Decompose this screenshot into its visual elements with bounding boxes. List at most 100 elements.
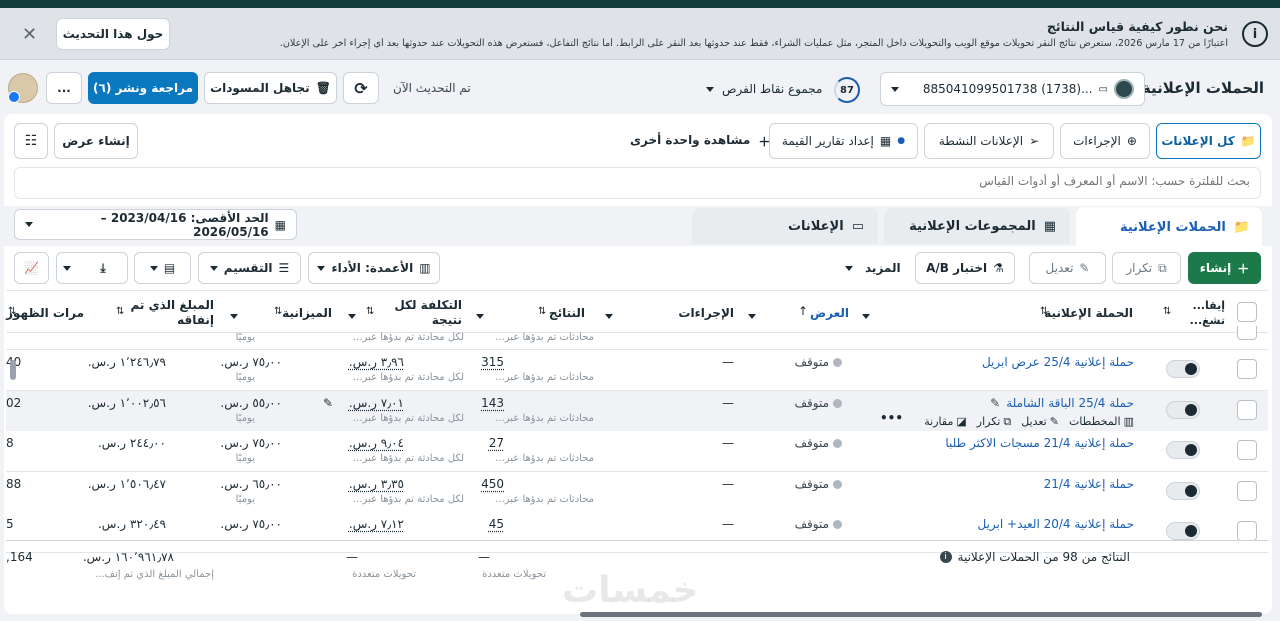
account-selector[interactable]: ▭ 885041099501738 (1738)... xyxy=(880,72,1145,106)
chevron-down-icon[interactable] xyxy=(476,308,484,322)
chart-toggle-button[interactable]: 📈 xyxy=(14,252,49,284)
budget-value[interactable]: ٧٥٫٠٠ ر.س. xyxy=(220,517,282,531)
chevron-down-icon[interactable] xyxy=(230,308,238,322)
more-options-button[interactable]: ... xyxy=(46,72,82,104)
columns-dropdown[interactable]: ▥ الأعمدة: الأداء xyxy=(308,252,440,284)
results-value[interactable]: 143 xyxy=(481,396,504,410)
more-views-link[interactable]: ＋ مشاهدة واحدة أخرى xyxy=(630,133,770,150)
opportunity-score-label-wrap[interactable]: مجموع نقاط الفرص xyxy=(706,82,822,96)
chevron-down-icon[interactable] xyxy=(862,308,870,322)
download-icon[interactable]: ⤓ xyxy=(85,261,121,276)
refresh-button[interactable]: ⟳ xyxy=(343,72,379,104)
sliders-icon: ☷ xyxy=(24,133,38,149)
row-checkbox[interactable] xyxy=(1237,359,1257,379)
duplicate-button[interactable]: ⧉ تكرار xyxy=(1112,252,1181,284)
avatar[interactable] xyxy=(8,73,38,103)
tab-campaigns[interactable]: 📁 الحملات الإعلانية xyxy=(1076,207,1262,247)
cost-sub: لكل محادثة تم بدؤها عبر... xyxy=(353,494,464,505)
budget-value[interactable]: ٧٥٫٠٠ ر.س. xyxy=(220,436,282,450)
select-all-checkbox[interactable] xyxy=(1237,302,1257,322)
row-checkbox[interactable] xyxy=(1237,521,1257,541)
results-value[interactable]: 45 xyxy=(489,517,504,531)
column-campaign[interactable]: الحملة الإعلانية xyxy=(1044,306,1133,320)
chevron-down-icon[interactable] xyxy=(748,308,756,322)
breakdown-dropdown[interactable]: ☰ التقسيم xyxy=(198,252,301,284)
results-value[interactable]: 315 xyxy=(481,355,504,369)
edit-button[interactable]: ✎ تعديل xyxy=(1029,252,1106,284)
status-label: متوقف xyxy=(794,436,829,450)
column-offer[interactable]: العرض xyxy=(810,306,849,320)
row-checkbox[interactable] xyxy=(1237,440,1257,460)
more-dropdown[interactable]: المزيد xyxy=(845,261,901,275)
footer-cost: — xyxy=(346,550,358,564)
create-view-button[interactable]: إنشاء عرض xyxy=(54,123,138,159)
view-active-ads[interactable]: ➢ الإعلانات النشطة xyxy=(924,123,1054,159)
settings-sliders-button[interactable]: ☷ xyxy=(14,123,48,159)
pencil-icon[interactable]: ✎ xyxy=(323,396,333,410)
results-value[interactable]: 450 xyxy=(481,477,504,491)
cost-value[interactable]: ٧٫١٢ ر.س. xyxy=(349,517,404,531)
campaign-name-link[interactable]: حملة إعلانية 20/4 العيد+ ابريل xyxy=(977,517,1134,531)
search-input[interactable] xyxy=(350,174,1250,188)
reports-dropdown[interactable]: ▤ xyxy=(134,252,191,284)
column-actions[interactable]: الإجراءات xyxy=(678,306,734,320)
opportunity-score-badge[interactable]: 87 xyxy=(834,77,860,103)
campaign-name-link[interactable]: حملة إعلانية 21/4 مسجات الاكثر طلبا xyxy=(945,436,1134,450)
chevron-down-icon[interactable] xyxy=(348,308,356,322)
row-action-bar-chart[interactable]: ▥ المخططات xyxy=(1069,415,1134,429)
cost-value[interactable]: ٣٫٩٦ ر.س. xyxy=(349,355,404,369)
row-checkbox[interactable] xyxy=(1237,400,1257,420)
cost-value[interactable]: ٩٫٠٤ ر.س. xyxy=(349,436,404,450)
search-box[interactable] xyxy=(14,167,1261,199)
horizontal-scrollbar[interactable] xyxy=(580,612,1262,617)
column-results[interactable]: النتائج xyxy=(549,306,585,320)
row-action-copy[interactable]: ⧉ تكرار xyxy=(977,415,1011,429)
vertical-scrollbar[interactable] xyxy=(10,360,16,380)
delivery-toggle[interactable] xyxy=(1166,522,1200,540)
date-range-picker[interactable]: ▦ الحد الأقصى: 2023/04/16 – 2026/05/16 xyxy=(14,209,297,240)
tab-adsets[interactable]: ▦ المجموعات الإعلانية xyxy=(884,208,1070,244)
tab-ads[interactable]: ▭ الإعلانات xyxy=(692,208,878,244)
column-budget[interactable]: الميزانية xyxy=(282,306,332,320)
cost-value[interactable]: ٣٫٣٥ ر.س. xyxy=(349,477,404,491)
cost-value[interactable]: ٧٫٠١ ر.س. xyxy=(349,396,404,410)
view-actions[interactable]: ⊕ الإجراءات xyxy=(1060,123,1150,159)
campaign-name-link[interactable]: حملة إعلانية 25/4 عرض ابريل xyxy=(982,355,1134,369)
campaign-name-link[interactable]: حملة 25/4 الباقة الشاملة ✎ xyxy=(990,396,1134,410)
budget-value[interactable]: ٧٥٫٠٠ ر.س. xyxy=(220,355,282,369)
column-amount-spent[interactable]: المبلغ الذي تم إنفاقه xyxy=(124,298,214,328)
more-icon[interactable]: ••• xyxy=(880,411,903,425)
delivery-toggle[interactable] xyxy=(1166,482,1200,500)
delivery-toggle[interactable] xyxy=(1166,441,1200,459)
create-button[interactable]: ＋ إنشاء xyxy=(1188,252,1261,284)
ab-test-button[interactable]: ⚗ اختبار A/B xyxy=(915,252,1015,284)
review-publish-button[interactable]: مراجعة ونشر (٦) xyxy=(88,72,198,104)
column-cost-per-result[interactable]: التكلفة لكل نتيجة xyxy=(362,298,462,328)
column-impressions[interactable]: مرات الظهور xyxy=(6,306,84,320)
chevron-down-icon[interactable] xyxy=(63,265,71,271)
budget-value[interactable]: ٦٥٫٠٠ ر.س. xyxy=(220,477,282,491)
view-all-ads[interactable]: 📁 كل الإعلانات xyxy=(1156,123,1261,159)
sort-icon: ⇅ xyxy=(366,306,375,317)
delivery-toggle[interactable] xyxy=(1166,401,1200,419)
sort-asc-icon: ↑ xyxy=(798,304,809,318)
delivery-toggle[interactable] xyxy=(1166,360,1200,378)
info-icon[interactable]: i xyxy=(939,551,952,563)
chevron-down-icon[interactable] xyxy=(605,308,613,322)
export-group[interactable]: ⤓ xyxy=(56,252,128,284)
view-value-reports[interactable]: ● ▦ إعداد تقارير القيمة xyxy=(769,123,918,159)
close-icon[interactable]: ✕ xyxy=(22,24,37,45)
column-delivery[interactable]: إيقا... تشغ... xyxy=(1165,298,1225,328)
results-value[interactable]: 27 xyxy=(489,436,504,450)
chevron-down-icon xyxy=(149,265,158,271)
row-checkbox[interactable] xyxy=(1237,326,1257,340)
discard-drafts-button[interactable]: 🗑 تجاهل المسودات xyxy=(204,72,337,104)
campaign-name-link[interactable]: حملة إعلانية 21/4 xyxy=(1044,477,1134,491)
row-action-compare[interactable]: ◪ مقارنة xyxy=(924,415,967,429)
budget-value[interactable]: ٥٥٫٠٠ ر.س. xyxy=(220,396,282,410)
about-update-button[interactable]: حول هذا التحديث xyxy=(56,18,170,50)
pencil-icon[interactable]: ✎ xyxy=(990,396,1000,410)
row-checkbox[interactable] xyxy=(1237,481,1257,501)
update-banner: نحن نطور كيفية قياس النتائج اعتبارًا من … xyxy=(0,8,1280,60)
row-action-pencil[interactable]: ✎ تعديل xyxy=(1021,415,1059,429)
